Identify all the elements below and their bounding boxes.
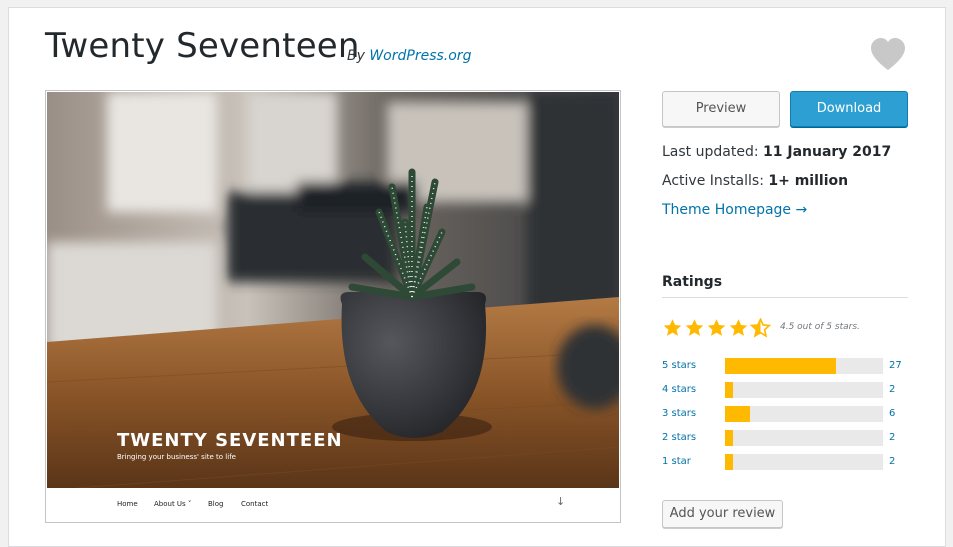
star-rating xyxy=(662,317,772,338)
active-installs-value: 1+ million xyxy=(768,173,849,189)
rating-row-bar xyxy=(725,454,883,470)
ratings-divider xyxy=(662,297,908,298)
screenshot-tagline: Bringing your business' site to life xyxy=(117,453,236,461)
star-half-icon xyxy=(749,317,772,338)
screenshot-hero-image xyxy=(47,92,619,488)
rating-row-bar xyxy=(725,358,883,374)
rating-row-count: 27 xyxy=(889,360,902,371)
arrow-down-icon: ↓ xyxy=(556,495,566,508)
star-full-icon xyxy=(729,319,748,336)
screenshot-nav-home: Home xyxy=(117,500,138,508)
active-installs-label: Active Installs: xyxy=(662,173,764,189)
rating-row-label[interactable]: 4 stars xyxy=(662,384,696,395)
rating-row[interactable]: 4 stars 2 xyxy=(662,382,908,398)
rating-row-fill xyxy=(725,406,750,422)
screenshot-nav-blog: Blog xyxy=(208,500,224,508)
page-title: Twenty Seventeen xyxy=(45,26,360,66)
screenshot-site-title: TWENTY SEVENTEEN xyxy=(117,430,343,451)
rating-row[interactable]: 1 star 2 xyxy=(662,454,908,470)
rating-row-label[interactable]: 5 stars xyxy=(662,360,696,371)
theme-screenshot[interactable]: TWENTY SEVENTEEN Bringing your business'… xyxy=(45,90,621,523)
rating-row-count: 2 xyxy=(889,384,896,395)
star-full-icon xyxy=(685,319,704,336)
last-updated-label: Last updated: xyxy=(662,144,759,160)
download-button[interactable]: Download xyxy=(790,91,908,127)
favorite-heart-icon[interactable] xyxy=(870,38,906,72)
ratings-heading: Ratings xyxy=(662,274,723,290)
rating-row-label[interactable]: 3 stars xyxy=(662,408,696,419)
rating-row-label[interactable]: 2 stars xyxy=(662,432,696,443)
rating-row-fill xyxy=(725,358,836,374)
last-updated: Last updated: 11 January 2017 xyxy=(662,144,891,160)
rating-row[interactable]: 3 stars 6 xyxy=(662,406,908,422)
rating-row-count: 6 xyxy=(889,408,896,419)
add-review-button[interactable]: Add your review xyxy=(662,500,783,528)
screenshot-nav: Home About Us ˅ Blog Contact ↓ xyxy=(47,489,619,521)
rating-row-fill xyxy=(725,430,733,446)
preview-button[interactable]: Preview xyxy=(662,91,780,127)
star-full-icon xyxy=(663,319,682,336)
last-updated-value: 11 January 2017 xyxy=(763,144,892,160)
screenshot-nav-contact: Contact xyxy=(241,500,269,508)
star-full-icon xyxy=(707,319,726,336)
author-link[interactable]: WordPress.org xyxy=(369,48,471,64)
screenshot-nav-about: About Us ˅ xyxy=(154,500,192,508)
rating-row[interactable]: 2 stars 2 xyxy=(662,430,908,446)
byline-prefix: By xyxy=(347,48,365,64)
rating-row-fill xyxy=(725,382,733,398)
theme-homepage-link[interactable]: Theme Homepage → xyxy=(662,202,807,218)
rating-row-bar xyxy=(725,382,883,398)
rating-row-count: 2 xyxy=(889,456,896,467)
rating-row-count: 2 xyxy=(889,432,896,443)
rating-row[interactable]: 5 stars 27 xyxy=(662,358,908,374)
rating-row-bar xyxy=(725,406,883,422)
rating-row-label[interactable]: 1 star xyxy=(662,456,691,467)
rating-row-bar xyxy=(725,430,883,446)
rating-row-fill xyxy=(725,454,733,470)
active-installs: Active Installs: 1+ million xyxy=(662,173,848,189)
author-byline: By WordPress.org xyxy=(347,48,471,64)
rating-summary: 4.5 out of 5 stars. xyxy=(780,322,860,332)
